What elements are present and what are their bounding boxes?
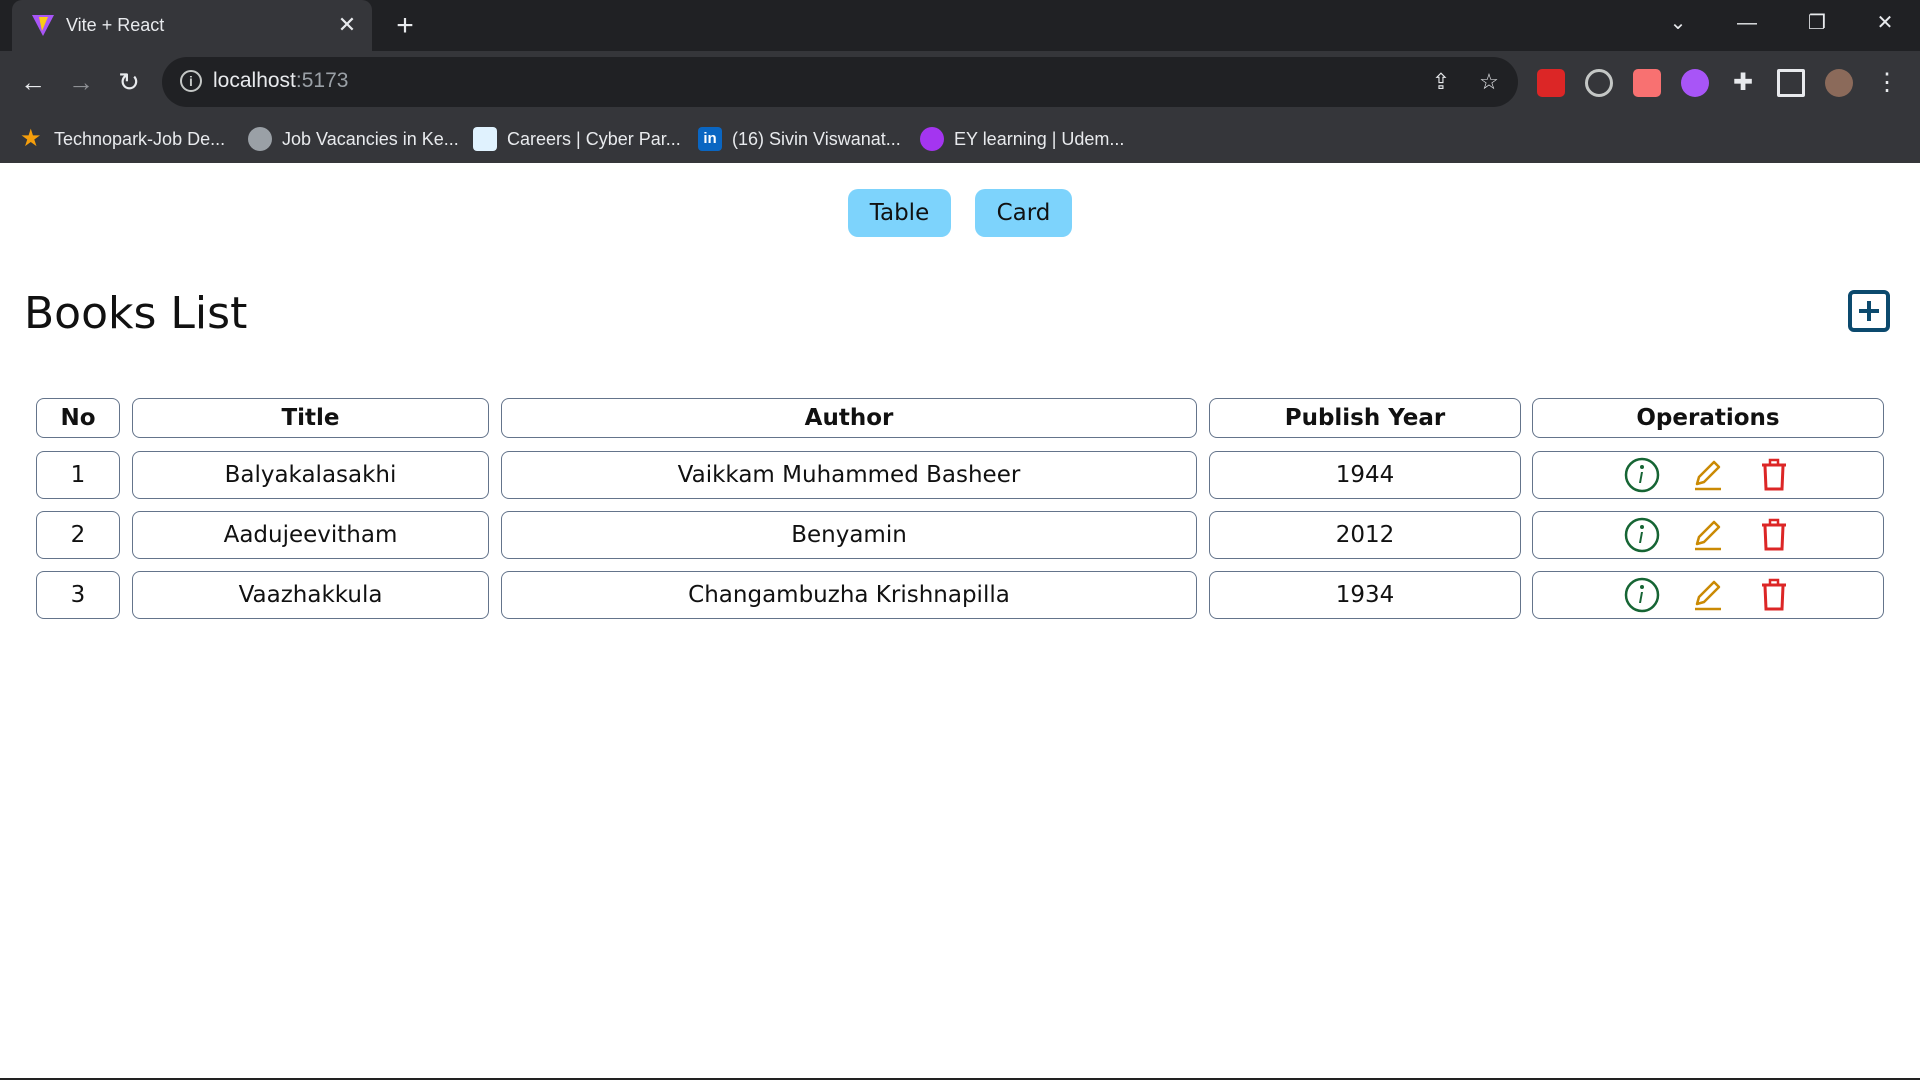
bookmark-item[interactable]: in (16) Sivin Viswanat...: [698, 125, 901, 153]
profile-avatar[interactable]: [1825, 69, 1853, 97]
header-no: No: [36, 398, 120, 438]
minimize-button[interactable]: —: [1729, 8, 1765, 38]
cell-title: Vaazhakkula: [132, 571, 489, 619]
close-tab-icon[interactable]: ✕: [334, 12, 360, 38]
extension-3-icon[interactable]: [1633, 69, 1661, 97]
info-circle-icon[interactable]: [1624, 517, 1660, 553]
tab-strip: Vite + React ✕ + ⌄ — ❐ ✕: [0, 0, 1920, 51]
star-icon: ★: [20, 125, 42, 152]
cell-operations: [1532, 511, 1884, 559]
extension-2-icon[interactable]: [1585, 69, 1613, 97]
card-view-button[interactable]: Card: [975, 189, 1072, 237]
site-info-icon[interactable]: i: [180, 70, 202, 92]
extension-1-icon[interactable]: [1537, 69, 1565, 97]
bookmarks-bar: ★ Technopark-Job De... Job Vacancies in …: [0, 115, 1920, 163]
bookmark-item[interactable]: Job Vacancies in Ke...: [248, 125, 459, 153]
cell-publish-year: 2012: [1209, 511, 1521, 559]
plus-square-icon[interactable]: [1848, 290, 1890, 332]
cell-operations: [1532, 451, 1884, 499]
bookmark-item[interactable]: ★ Technopark-Job De...: [20, 125, 225, 153]
cell-title: Aadujeevitham: [132, 511, 489, 559]
table-view-button[interactable]: Table: [848, 189, 951, 237]
tab-title: Vite + React: [66, 15, 165, 35]
bookmark-label: Careers | Cyber Par...: [507, 128, 681, 149]
close-window-button[interactable]: ✕: [1867, 8, 1903, 38]
page-title: Books List: [24, 288, 248, 339]
cell-author: Benyamin: [501, 511, 1197, 559]
linkedin-icon: in: [698, 127, 722, 151]
reload-button[interactable]: ↻: [111, 65, 147, 101]
header-author: Author: [501, 398, 1197, 438]
url-text[interactable]: localhost:5173: [213, 69, 348, 93]
restore-button[interactable]: ❐: [1799, 8, 1835, 38]
forward-button[interactable]: →: [63, 65, 99, 101]
extension-4-icon[interactable]: [1681, 69, 1709, 97]
menu-kebab-icon[interactable]: ⋮: [1873, 69, 1901, 97]
globe-icon: [248, 127, 272, 151]
trash-icon[interactable]: [1756, 517, 1792, 553]
bookmark-star-icon[interactable]: ☆: [1474, 67, 1504, 97]
share-icon[interactable]: ⇪: [1426, 67, 1456, 97]
cell-no: 3: [36, 571, 120, 619]
header-publish-year: Publish Year: [1209, 398, 1521, 438]
cell-title: Balyakalasakhi: [132, 451, 489, 499]
page-content: Table Card Books List No Title Author Pu…: [0, 163, 1920, 1078]
bookmark-label: (16) Sivin Viswanat...: [732, 128, 901, 149]
cyberpark-icon: [473, 127, 497, 151]
bookmark-label: Technopark-Job De...: [54, 128, 226, 149]
trash-icon[interactable]: [1756, 457, 1792, 493]
new-tab-button[interactable]: +: [390, 11, 420, 42]
url-port: :5173: [295, 69, 349, 92]
cell-no: 2: [36, 511, 120, 559]
url-host: localhost: [213, 69, 296, 92]
bookmark-item[interactable]: EY learning | Udem...: [920, 125, 1124, 153]
header-title: Title: [132, 398, 489, 438]
browser-chrome: Vite + React ✕ + ⌄ — ❐ ✕ ← → ↻ i localho…: [0, 0, 1920, 163]
bookmark-label: EY learning | Udem...: [954, 128, 1125, 149]
side-panel-icon[interactable]: [1777, 69, 1805, 97]
vite-logo-icon: [32, 15, 54, 36]
trash-icon[interactable]: [1756, 577, 1792, 613]
cell-no: 1: [36, 451, 120, 499]
info-circle-icon[interactable]: [1624, 457, 1660, 493]
header-operations: Operations: [1532, 398, 1884, 438]
pencil-icon[interactable]: [1690, 517, 1726, 553]
cell-author: Vaikkam Muhammed Basheer: [501, 451, 1197, 499]
bookmark-item[interactable]: Careers | Cyber Par...: [473, 125, 681, 153]
browser-toolbar: ← → ↻ i localhost:5173 ⇪ ☆: [0, 51, 1920, 115]
cell-publish-year: 1934: [1209, 571, 1521, 619]
cell-author: Changambuzha Krishnapilla: [501, 571, 1197, 619]
browser-tab[interactable]: Vite + React ✕: [12, 0, 372, 51]
udemy-icon: [920, 127, 944, 151]
extensions-puzzle-icon[interactable]: ✚: [1729, 69, 1757, 97]
pencil-icon[interactable]: [1690, 577, 1726, 613]
pencil-icon[interactable]: [1690, 457, 1726, 493]
info-circle-icon[interactable]: [1624, 577, 1660, 613]
bookmark-label: Job Vacancies in Ke...: [282, 128, 459, 149]
tab-search-icon[interactable]: ⌄: [1660, 8, 1696, 38]
cell-operations: [1532, 571, 1884, 619]
address-bar[interactable]: i localhost:5173 ⇪ ☆: [162, 57, 1518, 107]
back-button[interactable]: ←: [15, 65, 51, 101]
cell-publish-year: 1944: [1209, 451, 1521, 499]
